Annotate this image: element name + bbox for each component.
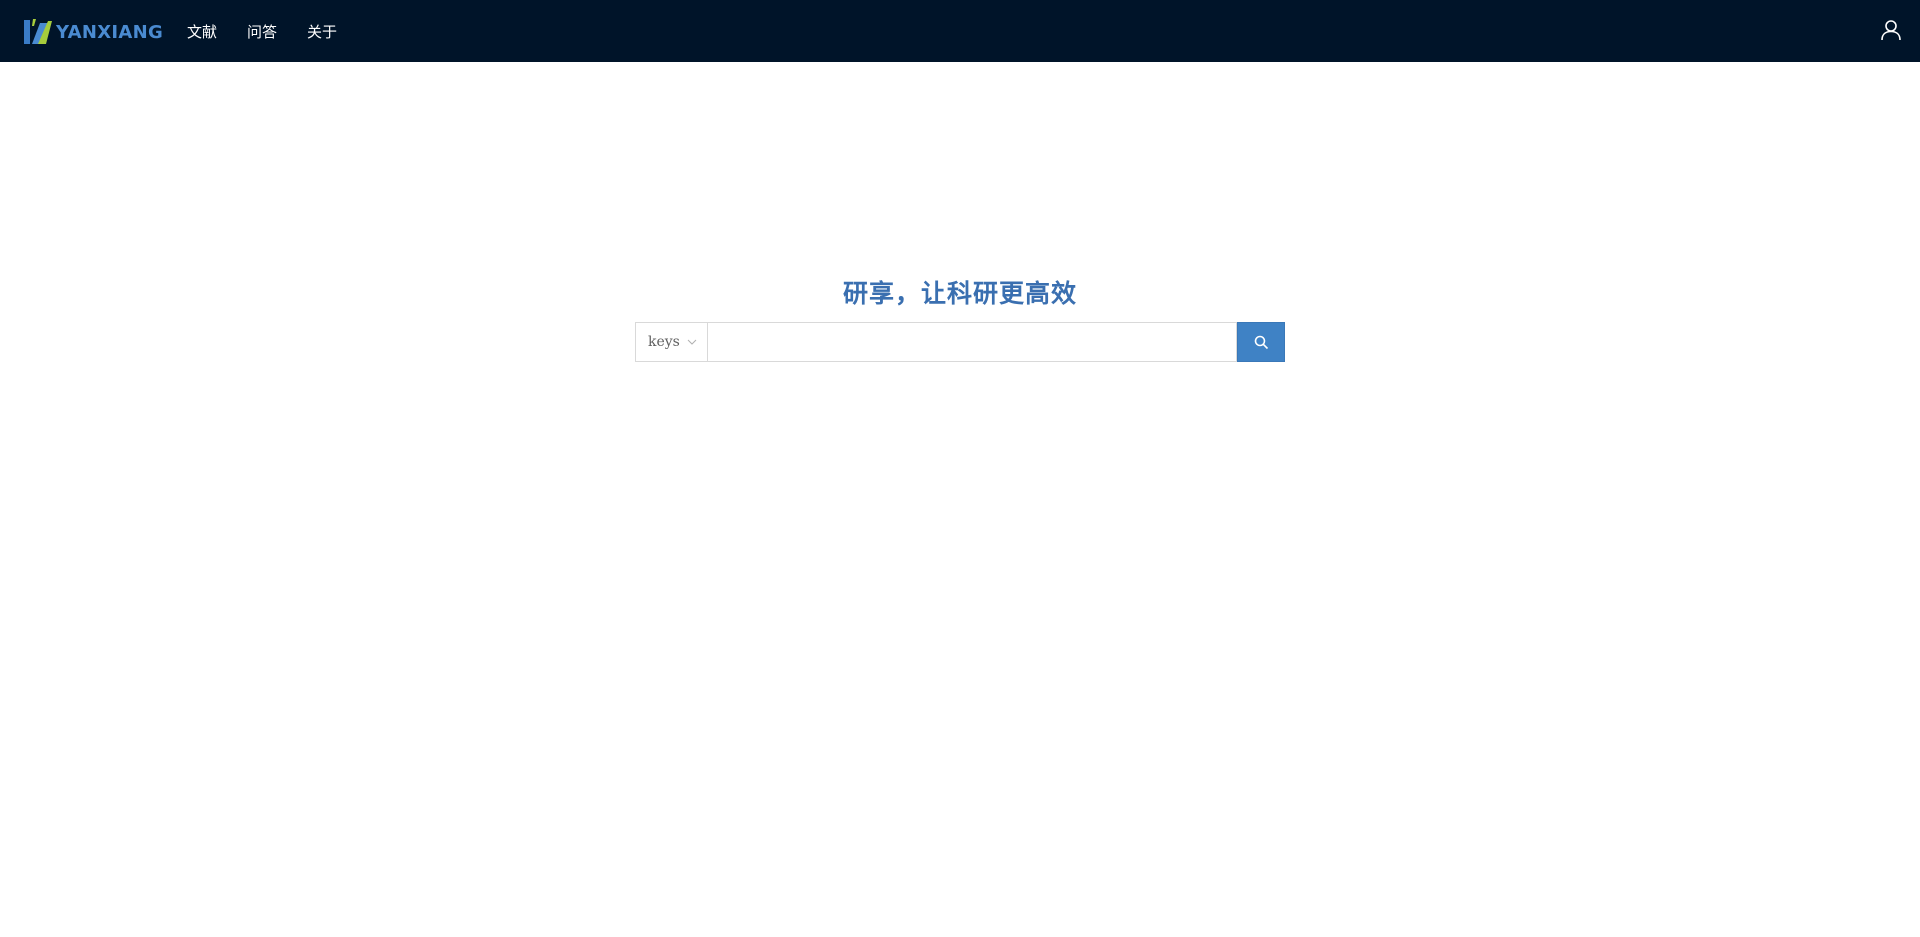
page-slogan: 研享，让科研更高效 [842,279,1077,308]
search-button[interactable] [1237,322,1285,362]
search-bar: keys [635,322,1285,362]
search-input[interactable] [707,322,1237,362]
logo-text: YANXIANG [56,21,164,43]
search-type-value: keys [648,334,680,350]
top-navbar: YANXIANG 文献 问答 关于 [0,0,1920,62]
search-icon [1254,335,1268,349]
logo-mark-icon [24,19,52,44]
nav-item-about[interactable]: 关于 [307,21,337,42]
main-nav: 文献 问答 关于 [187,0,367,62]
nav-item-qa[interactable]: 问答 [247,21,277,42]
nav-item-literature[interactable]: 文献 [187,21,217,42]
chevron-down-icon [687,339,697,345]
search-type-select[interactable]: keys [635,322,707,362]
logo[interactable]: YANXIANG [22,16,163,48]
user-icon[interactable] [1880,19,1902,41]
